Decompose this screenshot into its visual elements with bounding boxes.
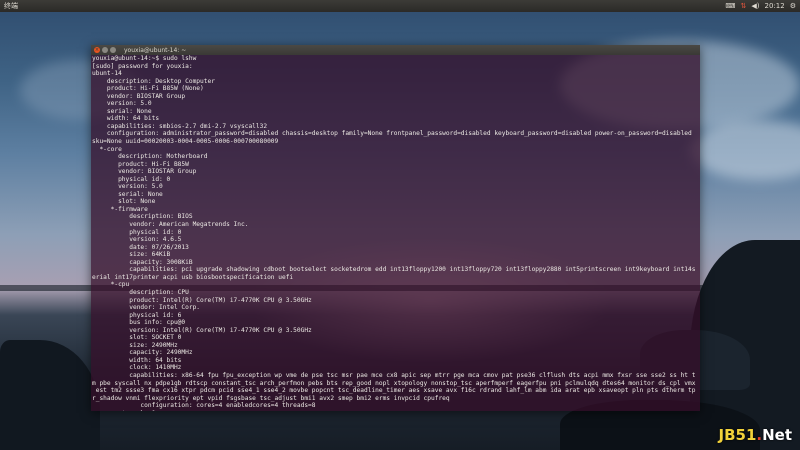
terminal-line: serial: None [92,107,152,115]
terminal-output[interactable]: youxia@ubunt-14:~$ sudo lshw [sudo] passw… [91,55,700,411]
minimize-button[interactable] [102,47,108,53]
top-panel: 终端 ⌨ ⇅ ◀) 20:12 ⚙ [0,0,800,12]
rock-decoration [0,340,100,450]
terminal-line: [sudo] password for youxia: [92,62,193,70]
terminal-line: serial: None [92,190,163,198]
maximize-button[interactable] [110,47,116,53]
terminal-line: slot: SOCKET 0 [92,334,182,342]
terminal-line: description: Desktop Computer [92,77,215,85]
terminal-line: capabilities: pci upgrade shadowing cdbo… [92,266,696,274]
terminal-line: vendor: American Megatrends Inc. [92,221,249,229]
terminal-line: r_shadow vnmi flexpriority ept vpid fsgs… [92,394,450,402]
terminal-title: youxia@ubunt-14: ~ [124,46,187,54]
terminal-window[interactable]: × youxia@ubunt-14: ~ youxia@ubunt-14:~$ … [91,45,700,411]
terminal-line: *-core [92,145,122,153]
watermark-logo: JB51.Net [719,426,793,444]
terminal-line: description: BIOS [92,213,193,221]
close-button[interactable]: × [94,47,100,53]
terminal-line: product: Hi-Fi B85W (None) [92,85,204,93]
terminal-line: *-cache:0 [92,410,699,411]
terminal-line: erial int17printer acpi usb biosbootspec… [92,273,294,281]
watermark-tld: Net [762,426,792,444]
sound-icon[interactable]: ◀) [751,0,759,12]
active-app-name[interactable]: 终端 [4,0,18,12]
terminal-line: physical id: 6 [92,311,182,319]
terminal-line: size: 64KiB [92,251,171,259]
terminal-line: capacity: 2490MHz [92,349,193,357]
terminal-titlebar[interactable]: × youxia@ubunt-14: ~ [91,45,700,55]
network-icon[interactable]: ⇅ [741,0,747,12]
terminal-line: width: 64 bits [92,356,182,364]
terminal-line: product: Intel(R) Core(TM) i7-4770K CPU … [92,296,312,304]
terminal-line: vendor: BIOSTAR Group [92,168,197,176]
terminal-line: version: Intel(R) Core(TM) i7-4770K CPU … [92,326,312,334]
clock[interactable]: 20:12 [765,0,785,12]
terminal-line: description: CPU [92,288,189,296]
watermark-brand: JB51 [718,426,757,444]
terminal-line: est tm2 ssse3 fma cx16 xtpr pdcm pcid ss… [92,387,696,395]
terminal-line: sku=None uuid=00020003-0004-0005-0006-00… [92,138,279,146]
terminal-line: m pbe syscall nx pdpe1gb rdtscp constant… [92,379,696,387]
terminal-line: physical id: 0 [92,175,171,183]
terminal-line: configuration: cores=4 enabledcores=4 th… [92,402,316,410]
terminal-line: bus info: cpu@0 [92,319,186,327]
keyboard-icon[interactable]: ⌨ [725,0,735,12]
cloud-decoration [690,120,800,180]
terminal-line: version: 4.6.5 [92,236,182,244]
terminal-line: capabilities: smbios-2.7 dmi-2.7 vsyscal… [92,122,268,130]
terminal-line: width: 64 bits [92,115,160,123]
terminal-line: capabilities: x86-64 fpu fpu_exception w… [92,371,696,379]
terminal-line: capacity: 3008KiB [92,258,193,266]
terminal-line: *-firmware [92,205,148,213]
terminal-line: date: 07/26/2013 [92,243,189,251]
desktop-background: 终端 ⌨ ⇅ ◀) 20:12 ⚙ × youxia@ubunt-14: ~ y… [0,0,800,450]
terminal-line: clock: 1410MHz [92,364,182,372]
terminal-line: slot: None [92,198,156,206]
terminal-line: size: 2490MHz [92,341,178,349]
terminal-line: version: 5.0 [92,183,163,191]
terminal-line: youxia@ubunt-14:~$ sudo lshw [92,55,197,62]
gear-icon[interactable]: ⚙ [790,0,796,12]
terminal-line: description: Motherboard [92,153,208,161]
terminal-line: configuration: administrator_password=di… [92,130,692,138]
terminal-line: product: Hi-Fi B85W [92,160,189,168]
terminal-line: *-cpu [92,281,130,289]
terminal-line: vendor: BIOSTAR Group [92,92,186,100]
terminal-line: ubunt-14 [92,70,122,78]
terminal-line: version: 5.0 [92,100,152,108]
terminal-line: physical id: 0 [92,228,182,236]
system-tray: ⌨ ⇅ ◀) 20:12 ⚙ [725,0,796,12]
terminal-line: vendor: Intel Corp. [92,304,201,312]
